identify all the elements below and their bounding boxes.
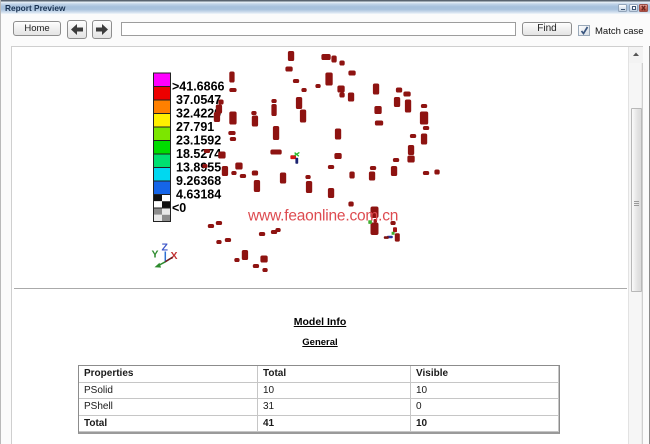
svg-text:X: X	[171, 250, 178, 262]
svg-text:>41.6866: >41.6866	[172, 80, 225, 94]
svg-text:18.5274: 18.5274	[176, 147, 221, 161]
svg-text:37.0547: 37.0547	[176, 93, 221, 107]
svg-text:23.1592: 23.1592	[176, 134, 221, 148]
svg-text:4.63184: 4.63184	[176, 188, 221, 202]
svg-text:13.8955: 13.8955	[176, 161, 221, 175]
svg-text:9.26368: 9.26368	[176, 174, 221, 188]
svg-text:<0: <0	[172, 201, 186, 215]
svg-text:www.feaonline.com.cn: www.feaonline.com.cn	[247, 208, 398, 225]
svg-text:27.791: 27.791	[176, 120, 214, 134]
svg-text:Y: Y	[152, 249, 159, 261]
